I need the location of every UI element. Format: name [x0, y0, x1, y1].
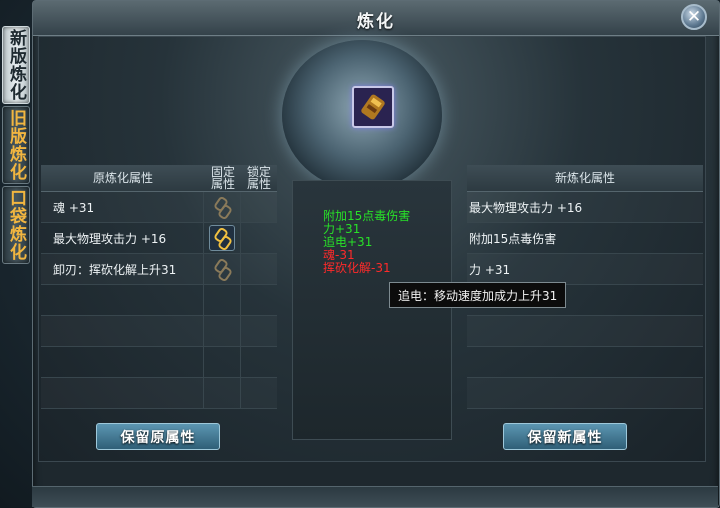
original-attr-value: 卸刃：挥砍化解上升31: [41, 254, 205, 284]
table-row-empty: [467, 378, 703, 409]
new-attr-value: 附加15点毒伤害: [469, 231, 557, 246]
fix-chain-icon[interactable]: [210, 257, 234, 281]
keep-new-button[interactable]: 保留新属性: [503, 423, 627, 450]
original-attributes-table: 原炼化属性 固定 属性 锁定 属性 魂 +31 最大物理攻击力 +16 卸刃：挥…: [41, 165, 277, 431]
bottom-frame-bar: [32, 486, 718, 507]
table-row-empty: [467, 316, 703, 347]
original-attr-header: 原炼化属性: [92, 171, 153, 185]
original-attr-value: 魂 +31: [41, 192, 205, 222]
refine-preview-panel: 附加15点毒伤害 力+31 追电+31 魂-31 挥砍化解-31: [292, 180, 452, 440]
tab-old-refine[interactable]: 旧版炼化: [2, 106, 30, 184]
new-attr-value: 最大物理攻击力 +16: [469, 200, 583, 215]
tab-pocket-refine[interactable]: 口袋炼化: [2, 186, 30, 264]
table-row: 力 +31: [467, 254, 703, 285]
close-icon[interactable]: ✕: [681, 4, 707, 30]
table-row-empty: [41, 378, 277, 409]
table-row: 最大物理攻击力 +16: [467, 192, 703, 223]
refine-result-lines: 附加15点毒伤害 力+31 追电+31 魂-31 挥砍化解-31: [323, 210, 410, 275]
tab-new-refine[interactable]: 新版炼化: [2, 26, 30, 104]
fix-chain-icon[interactable]: [210, 195, 234, 219]
table-row: 卸刃：挥砍化解上升31: [41, 254, 277, 285]
table-row: 附加15点毒伤害: [467, 223, 703, 254]
lock-slot[interactable]: [241, 192, 277, 222]
lock-slot[interactable]: [241, 254, 277, 284]
table-row-empty: [41, 285, 277, 316]
table-row-empty: [41, 347, 277, 378]
table-row: 最大物理攻击力 +16: [41, 223, 277, 254]
original-table-header: 原炼化属性 固定 属性 锁定 属性: [41, 165, 277, 192]
equipment-item-icon[interactable]: [352, 86, 394, 128]
lock-slot[interactable]: [241, 223, 277, 253]
new-attr-header: 新炼化属性: [554, 171, 615, 185]
locked-attr-header: 锁定 属性: [246, 165, 271, 191]
fix-chain-icon-active[interactable]: [209, 225, 236, 251]
fixed-attr-header: 固定 属性: [210, 165, 235, 191]
new-attr-value: 力 +31: [469, 262, 511, 277]
keep-original-button[interactable]: 保留原属性: [96, 423, 220, 450]
new-table-header: 新炼化属性: [467, 165, 703, 192]
original-attr-value: 最大物理攻击力 +16: [41, 223, 205, 253]
table-row-empty: [467, 347, 703, 378]
attribute-tooltip: 追电：移动速度加成力上升31: [389, 282, 567, 308]
table-row: 魂 +31: [41, 192, 277, 223]
window-title: 炼化: [357, 12, 395, 32]
title-bar: 炼化: [33, 1, 719, 36]
table-row-empty: [41, 316, 277, 347]
result-line: 挥砍化解-31: [323, 261, 391, 275]
